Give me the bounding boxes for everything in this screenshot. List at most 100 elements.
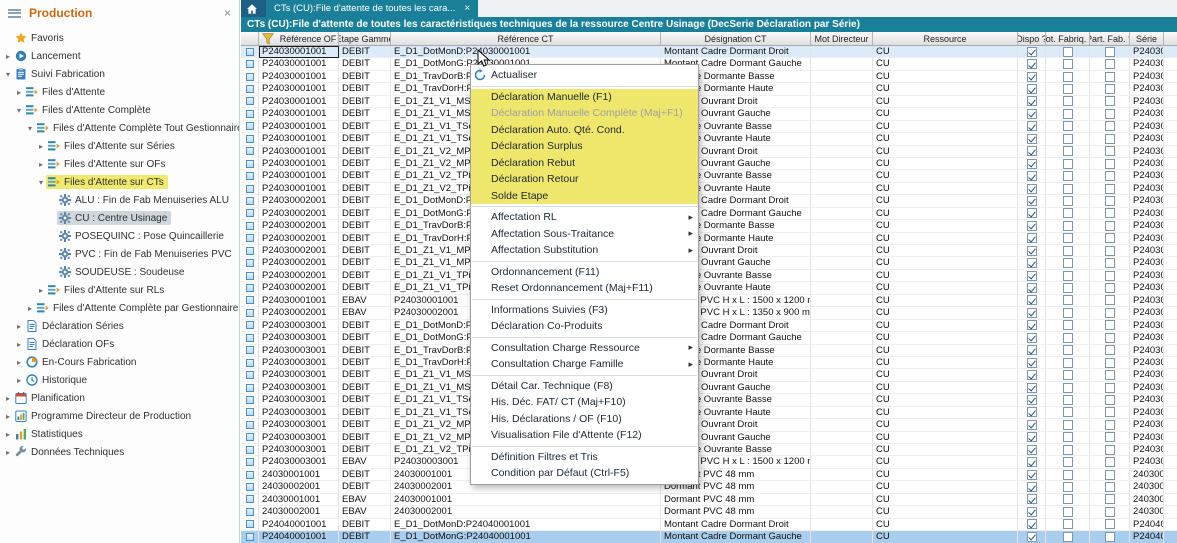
tot-fabriq-checkbox[interactable] [1062,220,1073,231]
table-row[interactable]: P24030001001DEBITE_D1_Z1_V2_TPivB:P24030… [241,170,1177,183]
cell-mot_directeur[interactable] [811,46,873,59]
dispo-checkbox[interactable] [1026,394,1037,405]
column-header-mot_directeur[interactable]: Mot Directeur [811,32,873,46]
cell-ressource[interactable]: CU [873,170,1018,183]
chevron-down-icon[interactable]: ▾ [25,124,35,133]
cell-serie[interactable]: 240300 [1130,481,1164,494]
menu-item[interactable]: Définition Filtres et Tris [471,449,698,466]
cell-ressource[interactable]: CU [873,319,1018,333]
menu-item[interactable]: Déclaration Co-Produits [471,318,698,335]
cell-ressource[interactable]: CU [873,120,1018,134]
table-row[interactable]: P24040001001 DEBIT E_D1_DotMonG:P240400010… [241,531,1177,543]
table-row[interactable]: P24040001001 DEBIT E_D1_DotMonD:P240400010… [241,518,1177,532]
cell-serie[interactable]: P24030 [1130,232,1164,245]
cell-serie[interactable]: P24030 [1130,307,1164,320]
cell-mot_directeur[interactable] [811,83,873,96]
dispo-checkbox[interactable] [1026,208,1037,219]
part-fab-checkbox[interactable] [1104,183,1115,194]
cell-mot_directeur[interactable] [811,394,873,407]
cell-ressource[interactable]: CU [873,145,1018,158]
cell-mot_directeur[interactable] [811,170,873,183]
cell-mot_directeur[interactable] [811,294,873,308]
column-header-dispo[interactable]: Dispo ? [1018,32,1046,46]
cell-of[interactable]: P24030002001 [259,282,339,295]
cell-of[interactable]: P24030003001 [259,332,339,345]
table-row[interactable]: P24030003001DEBITE_D1_Z1_V1_MSerD:P24030… [241,369,1177,382]
cell-ct_dans[interactable] [1164,83,1177,96]
part-fab-checkbox[interactable] [1104,71,1115,82]
chevron-right-icon[interactable]: ▸ [14,340,24,349]
cell-ct_dans[interactable] [1164,394,1177,407]
table-row[interactable]: P24030002001DEBITE_D1_Z1_V1_TPivB:P24030… [241,269,1177,283]
cell-ct_dans[interactable] [1164,170,1177,183]
cell-ct_dans[interactable] [1164,357,1177,370]
tot-fabriq-checkbox[interactable] [1062,407,1073,418]
cell-serie[interactable]: 240300 [1130,506,1164,519]
table-row[interactable]: P24030001001 EBAV P24030001001 Châssis PVC … [241,294,1177,308]
cell-serie[interactable]: P24030 [1130,269,1164,283]
tot-fabriq-checkbox[interactable] [1062,46,1073,57]
cell-ct_dans[interactable] [1164,208,1177,221]
cell-etape[interactable]: DEBIT [339,95,391,109]
menu-item[interactable]: Affectation RL ▸ [471,209,698,226]
part-fab-checkbox[interactable] [1104,295,1115,306]
cell-serie[interactable]: P24030 [1130,108,1164,121]
sidebar-item[interactable]: ▸ En-Cours Fabrication [0,353,239,371]
dispo-checkbox[interactable] [1026,295,1037,306]
sidebar-item[interactable]: ▸ Historique [0,371,239,389]
cell-ct_dans[interactable] [1164,456,1177,469]
cell-ressource[interactable]: CU [873,394,1018,407]
dispo-checkbox[interactable] [1026,307,1037,318]
part-fab-checkbox[interactable] [1104,307,1115,318]
tot-fabriq-checkbox[interactable] [1062,96,1073,107]
cell-etape[interactable]: EBAV [339,506,391,519]
part-fab-checkbox[interactable] [1104,357,1115,368]
table-row[interactable]: P24030003001DEBITE_D1_Z1_V1_MSerG:P24030… [241,381,1177,395]
sidebar-item[interactable]: ▸ Déclaration Séries [0,317,239,335]
table-row[interactable]: P24030003001DEBITE_D1_Z1_V1_TSerH:P24030… [241,406,1177,420]
cell-mot_directeur[interactable] [811,245,873,258]
cell-etape[interactable]: EBAV [339,456,391,469]
part-fab-checkbox[interactable] [1104,506,1115,517]
part-fab-checkbox[interactable] [1104,370,1115,381]
sidebar-item[interactable]: ▸ Files d'Attente sur RLs [0,281,239,299]
table-row[interactable]: P24030001001 DEBIT E_D1_DotMonG:P240300010… [241,58,1177,71]
cell-ct_dans[interactable] [1164,444,1177,457]
part-fab-checkbox[interactable] [1104,419,1115,430]
cell-etape[interactable]: DEBIT [339,157,391,171]
tot-fabriq-checkbox[interactable] [1062,295,1073,306]
tot-fabriq-checkbox[interactable] [1062,245,1073,256]
cell-ressource[interactable]: CU [873,95,1018,109]
table-row[interactable]: 24030001001 DEBIT 24030001001 Dormant PVC 4… [241,468,1177,482]
cell-ct_dans[interactable] [1164,133,1177,146]
cell-ct_dans[interactable] [1164,469,1177,482]
cell-mot_directeur[interactable] [811,182,873,196]
cell-serie[interactable]: P24030 [1130,207,1164,221]
dispo-checkbox[interactable] [1026,506,1037,517]
column-header-ct[interactable]: Référence CT [391,32,661,46]
chevron-right-icon[interactable]: ▸ [14,358,24,367]
tot-fabriq-checkbox[interactable] [1062,146,1073,157]
table-row[interactable]: P24030001001DEBITE_D1_Z1_V1_MSerG:P24030… [241,108,1177,121]
table-row[interactable]: P24030003001DEBITE_D1_Z1_V2_MPivG:P24030… [241,431,1177,444]
sidebar-close-icon[interactable]: × [224,7,231,19]
dispo-checkbox[interactable] [1026,370,1037,381]
menu-item[interactable]: Informations Suivies (F3) [471,302,698,319]
cell-serie[interactable]: P24030 [1130,369,1164,382]
table-row[interactable]: P24030003001DEBITE_D1_Z1_V1_TSerB:P24030… [241,394,1177,407]
tot-fabriq-checkbox[interactable] [1062,195,1073,206]
dispo-checkbox[interactable] [1026,382,1037,393]
cell-of[interactable]: 24030001001 [259,493,339,507]
cell-ct_dans[interactable] [1164,257,1177,270]
tot-fabriq-checkbox[interactable] [1062,432,1073,443]
tot-fabriq-checkbox[interactable] [1062,419,1073,430]
cell-ct_dans[interactable] [1164,432,1177,444]
menu-item[interactable]: Condition par Défaut (Ctrl-F5) [471,465,698,482]
cell-of[interactable]: P24030002001 [259,269,339,283]
cell-serie[interactable]: P24030 [1130,456,1164,469]
tot-fabriq-checkbox[interactable] [1062,258,1073,269]
cell-ressource[interactable]: CU [873,468,1018,482]
cell-etape[interactable]: DEBIT [339,245,391,258]
cell-of[interactable]: P24040001001 [259,518,339,532]
cell-ressource[interactable]: CU [873,356,1018,370]
